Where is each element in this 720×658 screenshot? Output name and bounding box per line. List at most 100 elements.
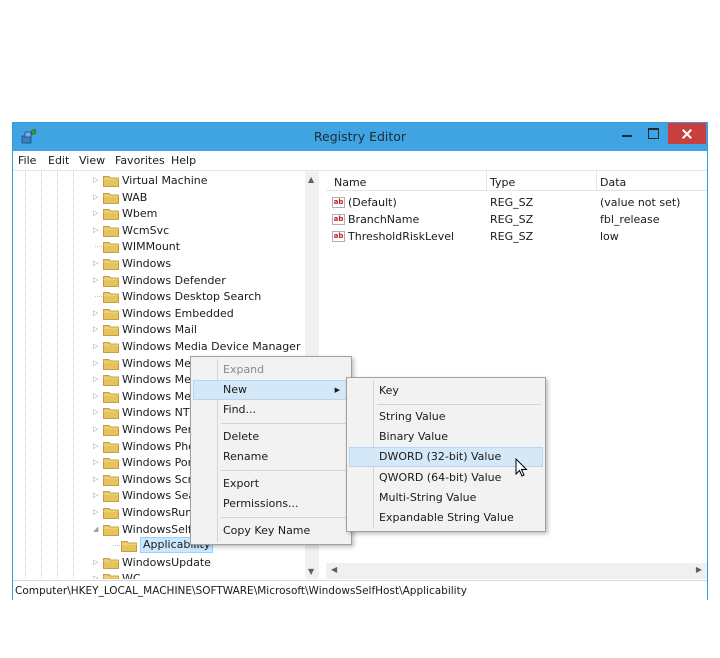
column-header-type[interactable]: Type xyxy=(490,176,515,189)
tree-guide-line xyxy=(73,171,74,579)
expand-arrow-icon[interactable]: ▷ xyxy=(93,205,101,222)
scroll-right-icon[interactable]: ▶ xyxy=(696,565,702,574)
tree-item-label: WcmSvc xyxy=(122,223,170,237)
column-divider[interactable] xyxy=(596,171,597,191)
value-name: BranchName xyxy=(348,213,420,226)
new-submenu: Key String Value Binary Value DWORD (32-… xyxy=(346,377,546,532)
column-header-name[interactable]: Name xyxy=(334,176,366,189)
tree-item-label: Windows Mail xyxy=(122,323,197,337)
tree-item-label: Windows Med xyxy=(122,373,198,387)
scroll-up-icon[interactable]: ▲ xyxy=(308,175,314,184)
expand-arrow-icon[interactable]: ▷ xyxy=(93,338,101,355)
maximize-button[interactable] xyxy=(640,123,666,144)
scroll-down-icon[interactable]: ▼ xyxy=(308,567,314,576)
expand-arrow-icon[interactable]: ▷ xyxy=(93,554,101,571)
value-row[interactable]: ab ThresholdRiskLevel REG_SZ low xyxy=(326,228,707,245)
expand-arrow-icon[interactable]: ▷ xyxy=(93,172,101,189)
tree-item-label: WC xyxy=(122,572,141,579)
value-row[interactable]: ab BranchName REG_SZ fbl_release xyxy=(326,211,707,228)
menu-item-new-label: New xyxy=(223,383,247,396)
expand-arrow-icon[interactable]: ▷ xyxy=(93,371,101,388)
folder-icon xyxy=(103,192,119,204)
expand-arrow-icon[interactable]: ▷ xyxy=(93,570,101,579)
menu-file[interactable]: File xyxy=(18,154,36,167)
expand-arrow-icon[interactable]: ▷ xyxy=(93,404,101,421)
menu-item-rename[interactable]: Rename xyxy=(193,447,349,467)
expand-arrow-icon[interactable]: ▷ xyxy=(93,222,101,239)
submenu-item-expandable-string-value[interactable]: Expandable String Value xyxy=(349,508,543,528)
tree-item-label: WIMMount xyxy=(122,240,181,254)
folder-icon xyxy=(103,391,119,403)
menu-item-export[interactable]: Export xyxy=(193,474,349,494)
folder-icon xyxy=(103,507,119,519)
folder-icon xyxy=(103,441,119,453)
folder-icon xyxy=(103,208,119,221)
close-button[interactable] xyxy=(668,123,706,144)
folder-icon xyxy=(103,308,119,320)
expand-arrow-icon[interactable]: ▷ xyxy=(93,487,101,504)
expand-arrow-icon[interactable]: ▷ xyxy=(93,305,101,322)
menu-help[interactable]: Help xyxy=(171,154,196,167)
submenu-item-qword-value[interactable]: QWORD (64-bit) Value xyxy=(349,468,543,488)
value-row[interactable]: ab (Default) REG_SZ (value not set) xyxy=(326,194,707,211)
folder-icon xyxy=(103,524,119,536)
tree-item-label: Windows Med xyxy=(122,356,198,370)
folder-icon xyxy=(103,407,119,420)
expand-arrow-icon[interactable]: ▷ xyxy=(93,454,101,471)
menu-item-new[interactable]: New ▶ xyxy=(193,380,349,400)
tree-item-label: WAB xyxy=(122,190,148,204)
menu-favorites[interactable]: Favorites xyxy=(115,154,165,167)
menu-item-permissions[interactable]: Permissions... xyxy=(193,494,349,514)
collapse-arrow-icon[interactable]: ◢ xyxy=(93,521,101,538)
folder-icon xyxy=(103,241,119,254)
tree-connector-line xyxy=(95,246,102,248)
status-path: Computer\HKEY_LOCAL_MACHINE\SOFTWARE\Mic… xyxy=(15,585,467,597)
menu-view[interactable]: View xyxy=(79,154,105,167)
expand-arrow-icon[interactable]: ▷ xyxy=(93,272,101,289)
menu-edit[interactable]: Edit xyxy=(48,154,69,167)
value-name: ThresholdRiskLevel xyxy=(348,230,455,243)
expand-arrow-icon[interactable]: ▷ xyxy=(93,388,101,405)
folder-icon xyxy=(103,291,119,304)
column-header-data[interactable]: Data xyxy=(600,176,626,189)
value-data: fbl_release xyxy=(600,213,660,226)
submenu-item-dword-value[interactable]: DWORD (32-bit) Value xyxy=(349,447,543,467)
tree-guide-line xyxy=(41,171,42,579)
expand-arrow-icon[interactable]: ▷ xyxy=(93,321,101,338)
folder-icon xyxy=(103,275,119,287)
title-bar[interactable]: Registry Editor xyxy=(13,123,707,151)
tree-item-label: Windows Scri xyxy=(122,472,196,486)
menu-item-expand[interactable]: Expand xyxy=(193,360,349,380)
tree-guide-line xyxy=(57,171,58,579)
list-horizontal-scrollbar[interactable]: ◀ ▶ xyxy=(326,563,707,579)
expand-arrow-icon[interactable]: ▷ xyxy=(93,471,101,488)
menu-item-copy-key-name[interactable]: Copy Key Name xyxy=(193,521,349,541)
expand-arrow-icon[interactable]: ▷ xyxy=(93,504,101,521)
tree-item-label: Wbem xyxy=(122,207,158,221)
menu-item-find[interactable]: Find... xyxy=(193,400,349,420)
submenu-item-key[interactable]: Key xyxy=(349,381,543,401)
tree-item-label: Windows Media Device Manager xyxy=(122,340,301,353)
folder-icon xyxy=(103,324,119,337)
tree-connector-line xyxy=(95,296,102,298)
context-menu: Expand New ▶ Find... Delete Rename Expor… xyxy=(190,356,352,545)
menu-item-delete[interactable]: Delete xyxy=(193,427,349,447)
expand-arrow-icon[interactable]: ▷ xyxy=(93,189,101,206)
minimize-button[interactable] xyxy=(614,123,640,144)
expand-arrow-icon[interactable]: ▷ xyxy=(93,438,101,455)
column-divider[interactable] xyxy=(486,171,487,191)
string-value-icon: ab xyxy=(332,214,345,225)
expand-arrow-icon[interactable]: ▷ xyxy=(93,355,101,372)
expand-arrow-icon[interactable]: ▷ xyxy=(93,255,101,272)
scroll-left-icon[interactable]: ◀ xyxy=(331,565,337,574)
list-header: Name Type Data xyxy=(326,171,707,191)
submenu-item-string-value[interactable]: String Value xyxy=(349,407,543,427)
folder-icon xyxy=(103,358,119,370)
tree-item-label: WindowsRunt xyxy=(122,506,197,519)
expand-arrow-icon[interactable]: ▷ xyxy=(93,421,101,438)
menu-separator xyxy=(377,404,541,405)
menu-separator xyxy=(221,517,347,518)
submenu-item-binary-value[interactable]: Binary Value xyxy=(349,427,543,447)
submenu-item-multi-string-value[interactable]: Multi-String Value xyxy=(349,488,543,508)
folder-icon xyxy=(103,175,119,187)
